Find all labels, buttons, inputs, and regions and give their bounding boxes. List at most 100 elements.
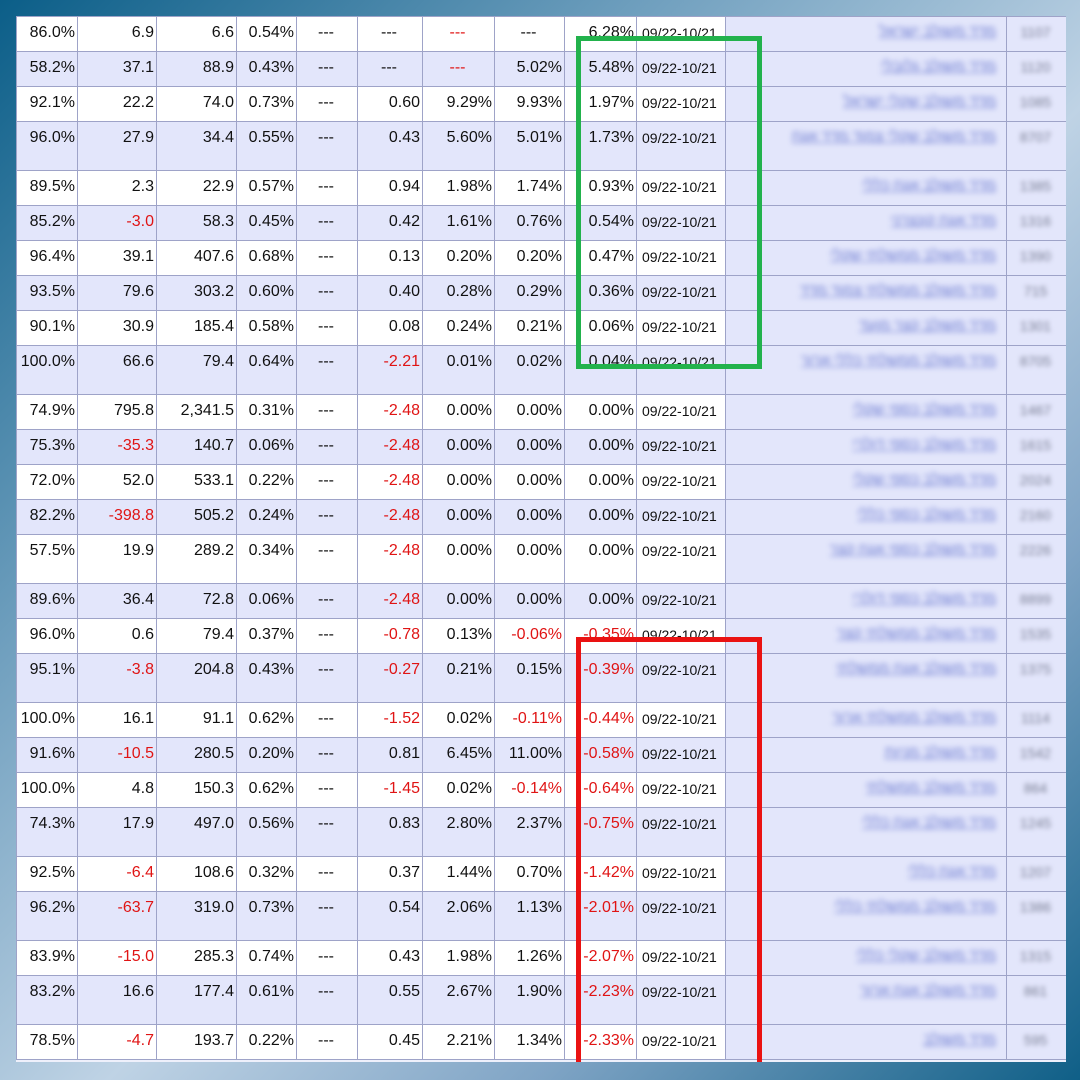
- yield-cell: 1.61%: [422, 205, 495, 241]
- fund-name-cell[interactable]: מדד אגח כללי: [725, 856, 1007, 892]
- fund-name-link[interactable]: מדד אגח כללי: [908, 863, 996, 881]
- fund-name-cell[interactable]: מדד משולב ממשלתי קצר: [725, 618, 1007, 654]
- fund-name-cell[interactable]: מדד משולב כספי כללי: [725, 499, 1007, 535]
- fund-name-cell[interactable]: מדד משולב ממשלתי ארוך: [725, 702, 1007, 738]
- yield-cell: 9.29%: [422, 86, 495, 122]
- fund-name-link[interactable]: מדד משולב כספי אגח קצר: [829, 541, 996, 559]
- fund-name-cell[interactable]: מדד משולב שקלי כללי: [725, 940, 1007, 976]
- value-cell: -15.0: [77, 940, 157, 976]
- fund-name-link[interactable]: מדד משולב שקלי כללי: [856, 947, 996, 965]
- monthly-return-cell: -0.35%: [564, 618, 637, 654]
- fund-id: 1107: [1020, 24, 1051, 40]
- fund-name-link[interactable]: מדד משולב כספי שקלי: [853, 401, 996, 419]
- fund-name-link[interactable]: מדד משולב אגח כללי: [862, 177, 996, 195]
- amount-cell: 497.0: [156, 807, 237, 857]
- monthly-return-cell: 0.00%: [564, 583, 637, 619]
- fund-name-link[interactable]: מדד משולב כספי כללי: [857, 506, 996, 524]
- yield-cell: 0.00%: [422, 583, 495, 619]
- fee-cell: 0.22%: [236, 464, 297, 500]
- period-cell: 09/22-10/21: [636, 464, 726, 500]
- fund-name-cell[interactable]: מדד משולב שקלי ישראל: [725, 86, 1007, 122]
- ratio-cell: 0.43: [357, 121, 423, 171]
- fee-cell: 0.64%: [236, 345, 297, 395]
- amount-cell: 72.8: [156, 583, 237, 619]
- fund-name-cell[interactable]: מדד משולב כספי שקלי: [725, 464, 1007, 500]
- fund-name-link[interactable]: מדד משולב: [923, 1031, 996, 1049]
- fund-name-link[interactable]: מדד משולב אגח ארוך: [860, 982, 996, 1000]
- percent-cell: 90.1%: [16, 310, 78, 346]
- fund-name-link[interactable]: מדד אגח קונצרני: [891, 212, 996, 230]
- fee-cell: 0.43%: [236, 51, 297, 87]
- fund-name-link[interactable]: מדד משולב ממשלתי שקלי: [830, 247, 996, 265]
- fund-name-cell[interactable]: מדד משולב אגח כללי: [725, 807, 1007, 857]
- empty-metric-cell: ---: [296, 807, 358, 857]
- percent-cell: 91.6%: [16, 737, 78, 773]
- empty-metric-cell: ---: [296, 653, 358, 703]
- fund-id-cell: 1245: [1006, 807, 1066, 857]
- fund-id-cell: 1120: [1006, 51, 1066, 87]
- fund-name-link[interactable]: מדד משולב גלובלי: [881, 58, 996, 76]
- fund-name-cell[interactable]: מדד משולב ממשלתי כללי: [725, 891, 1007, 941]
- fund-name-cell[interactable]: מדד משולב אגח כללי: [725, 170, 1007, 206]
- fund-name-link[interactable]: מדד משולב אגח כללי: [862, 814, 996, 832]
- ratio-cell: 0.40: [357, 275, 423, 311]
- fund-name-cell[interactable]: מדד משולב קצר מועד: [725, 310, 1007, 346]
- fund-name-cell[interactable]: מדד משולב ממשלתי: [725, 772, 1007, 808]
- fund-name-link[interactable]: מדד משולב ממשלתי קצר: [837, 625, 996, 643]
- fund-name-cell[interactable]: מדד משולב ממשלתי שקלי: [725, 240, 1007, 276]
- fund-name-link[interactable]: מדד משולב ישראל: [879, 23, 996, 41]
- fund-name-cell[interactable]: מדד משולב גלובלי: [725, 51, 1007, 87]
- fund-name-cell[interactable]: מדד משולב אגח ארוך: [725, 975, 1007, 1025]
- fund-name-cell[interactable]: מדד משולב כספי דולרי: [725, 583, 1007, 619]
- ratio-cell: -2.48: [357, 429, 423, 465]
- table-row: 92.1% 22.2 74.0 0.73% --- 0.60 9.29% 9.93% 1.97%…: [16, 86, 1066, 122]
- fund-name-cell[interactable]: מדד משולב כספי שקלי: [725, 394, 1007, 430]
- value-cell: -3.0: [77, 205, 157, 241]
- percent-cell: 75.3%: [16, 429, 78, 465]
- empty-metric-cell: ---: [296, 86, 358, 122]
- fund-name-cell[interactable]: מדד משולב ישראל: [725, 16, 1007, 52]
- fund-name-cell[interactable]: מדד משולב שקלי צמוד מדד אגח: [725, 121, 1007, 171]
- monthly-return-cell: 0.47%: [564, 240, 637, 276]
- return-cell: -0.06%: [494, 618, 565, 654]
- fund-name-link[interactable]: מדד משולב שקלי צמוד מדד אגח: [792, 128, 996, 146]
- fund-id-cell: 1207: [1006, 856, 1066, 892]
- fund-name-link[interactable]: מדד משולב ממשלתי צמוד מדד: [800, 282, 996, 300]
- fund-name-cell[interactable]: מדד משולב אגח ממשלתי: [725, 653, 1007, 703]
- return-cell: 9.93%: [494, 86, 565, 122]
- fund-id: 861: [1023, 983, 1048, 999]
- amount-cell: 22.9: [156, 170, 237, 206]
- fund-name-cell[interactable]: מדד אגח קונצרני: [725, 205, 1007, 241]
- fund-name-link[interactable]: מדד משולב שקלי ישראל: [843, 93, 996, 111]
- fund-name-cell[interactable]: מדד משולב ממשלתי כללי ארוך: [725, 345, 1007, 395]
- fund-name-cell[interactable]: מדד משולב כספי דולרי: [725, 429, 1007, 465]
- yield-cell: 0.02%: [422, 772, 495, 808]
- fund-id-cell: 1085: [1006, 86, 1066, 122]
- fund-name-cell[interactable]: מדד משולב מניות: [725, 737, 1007, 773]
- table-row: 100.0% 16.1 91.1 0.62% --- -1.52 0.02% -0.11% -0…: [16, 702, 1066, 738]
- fund-name-link[interactable]: מדד משולב ממשלתי כללי: [834, 898, 996, 916]
- fund-name-link[interactable]: מדד משולב כספי שקלי: [853, 471, 996, 489]
- fund-name-link[interactable]: מדד משולב קצר מועד: [859, 317, 996, 335]
- fund-name-link[interactable]: מדד משולב אגח ממשלתי: [836, 660, 996, 678]
- percent-cell: 58.2%: [16, 51, 78, 87]
- fee-cell: 0.34%: [236, 534, 297, 584]
- fund-id: 1315: [1019, 948, 1052, 964]
- fund-name-cell[interactable]: מדד משולב כספי אגח קצר: [725, 534, 1007, 584]
- return-cell: 0.20%: [494, 240, 565, 276]
- fund-name-link[interactable]: מדד משולב מניות: [885, 744, 996, 762]
- fund-name-link[interactable]: מדד משולב ממשלתי ארוך: [832, 709, 996, 727]
- table-row: 91.6% -10.5 280.5 0.20% --- 0.81 6.45% 11.00% -0…: [16, 737, 1066, 773]
- table-row: 85.2% -3.0 58.3 0.45% --- 0.42 1.61% 0.76% 0.54%…: [16, 205, 1066, 241]
- fund-name-link[interactable]: מדד משולב ממשלתי: [866, 779, 996, 797]
- period-cell: 09/22-10/21: [636, 394, 726, 430]
- fund-name-link[interactable]: מדד משולב כספי דולרי: [852, 436, 996, 454]
- amount-cell: 303.2: [156, 275, 237, 311]
- fee-cell: 0.61%: [236, 975, 297, 1025]
- fund-name-link[interactable]: מדד משולב ממשלתי כללי ארוך: [801, 352, 996, 370]
- ratio-cell: -0.27: [357, 653, 423, 703]
- fund-name-cell[interactable]: מדד משולב ממשלתי צמוד מדד: [725, 275, 1007, 311]
- fund-name-cell[interactable]: מדד משולב: [725, 1024, 1007, 1060]
- fund-name-link[interactable]: מדד משולב כספי דולרי: [852, 590, 996, 608]
- monthly-return-cell: 1.97%: [564, 86, 637, 122]
